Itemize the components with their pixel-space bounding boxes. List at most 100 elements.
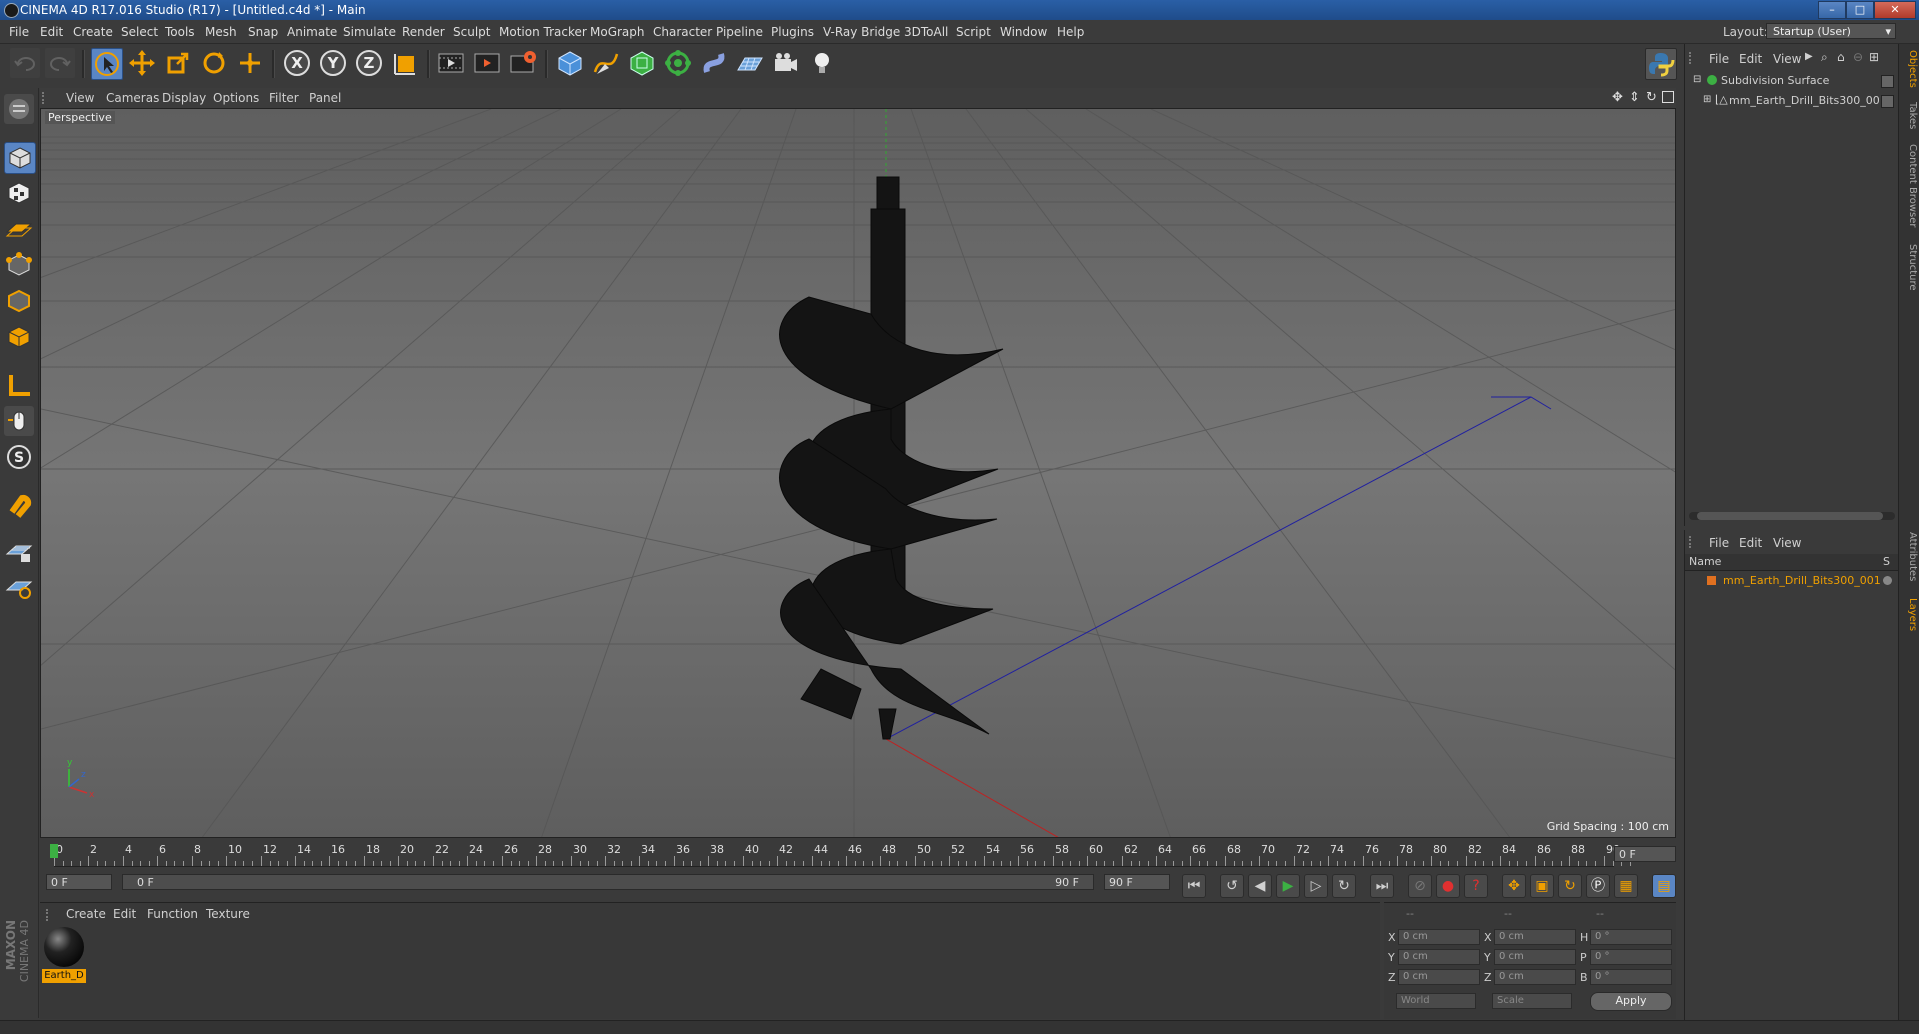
key-pla-icon[interactable]: ▦: [1614, 874, 1638, 898]
size-x-field[interactable]: 0 cm: [1494, 929, 1576, 945]
go-to-start-icon[interactable]: ⏮: [1182, 874, 1206, 898]
layer-menu-edit[interactable]: Edit: [1739, 536, 1762, 550]
menu-tools[interactable]: Tools: [165, 25, 195, 39]
undo-icon[interactable]: [10, 48, 40, 78]
autokey-icon[interactable]: ?: [1464, 874, 1488, 898]
menu-window[interactable]: Window: [1000, 25, 1047, 39]
menu-character[interactable]: Character: [653, 25, 712, 39]
menu-snap[interactable]: Snap: [248, 25, 278, 39]
pos-y-field[interactable]: 0 cm: [1398, 949, 1480, 965]
start-frame-field[interactable]: 0 F: [46, 874, 112, 890]
tab-structure[interactable]: Structure: [1901, 244, 1918, 291]
apply-button[interactable]: Apply: [1590, 992, 1672, 1011]
record-icon[interactable]: ●: [1436, 874, 1460, 898]
chevron-right-icon[interactable]: ▶: [1805, 51, 1813, 62]
column-name[interactable]: Name: [1689, 555, 1721, 568]
coordinate-system-icon[interactable]: [390, 48, 420, 78]
menu-script[interactable]: Script: [956, 25, 991, 39]
rot-p-field[interactable]: 0 °: [1590, 949, 1672, 965]
play-icon[interactable]: ▶: [1276, 874, 1300, 898]
coord-mode-dropdown[interactable]: World: [1396, 993, 1476, 1009]
cloner-icon[interactable]: [663, 48, 693, 78]
tab-attributes[interactable]: Attributes: [1901, 532, 1918, 581]
next-key-icon[interactable]: ↻: [1332, 874, 1356, 898]
render-settings-icon[interactable]: [508, 48, 538, 78]
viewport-dolly-icon[interactable]: ⇕: [1629, 90, 1640, 105]
previous-frame-icon[interactable]: ◀: [1248, 874, 1272, 898]
viewport-maximize-icon[interactable]: [1662, 91, 1674, 103]
tab-takes[interactable]: Takes: [1901, 102, 1918, 129]
visibility-toggle[interactable]: [1881, 95, 1894, 108]
tweak-mode-icon[interactable]: [4, 406, 34, 436]
floor-icon[interactable]: [735, 48, 765, 78]
cube-primitive-icon[interactable]: [555, 48, 585, 78]
texture-mode-icon[interactable]: [4, 178, 34, 208]
viewport-rotate-icon[interactable]: ↻: [1646, 90, 1657, 105]
record-keys-icon[interactable]: ⊘: [1408, 874, 1432, 898]
viewport-menu-options[interactable]: Options: [213, 91, 259, 105]
size-y-field[interactable]: 0 cm: [1494, 949, 1576, 965]
rot-b-field[interactable]: 0 °: [1590, 969, 1672, 985]
menu-motion-tracker[interactable]: Motion Tracker: [499, 25, 587, 39]
live-select-move-icon[interactable]: [235, 48, 265, 78]
magnet-icon[interactable]: [4, 490, 34, 520]
pos-z-field[interactable]: 0 cm: [1398, 969, 1480, 985]
menu-file[interactable]: File: [9, 25, 29, 39]
tab-layers[interactable]: Layers: [1901, 598, 1918, 631]
render-view-icon[interactable]: [436, 48, 466, 78]
material-menu-function[interactable]: Function: [147, 907, 198, 921]
python-icon[interactable]: [1645, 48, 1677, 80]
redo-icon[interactable]: [45, 48, 75, 78]
snap-settings-icon[interactable]: [4, 572, 34, 602]
rot-h-field[interactable]: 0 °: [1590, 929, 1672, 945]
menu-mesh[interactable]: Mesh: [205, 25, 237, 39]
material-menu-create[interactable]: Create: [66, 907, 106, 921]
z-axis-lock-button[interactable]: Z: [354, 48, 384, 78]
menu-select[interactable]: Select: [121, 25, 158, 39]
scale-icon[interactable]: [163, 48, 193, 78]
current-frame-field[interactable]: 0 F: [1614, 846, 1676, 862]
workplane-mode-icon[interactable]: [4, 214, 34, 244]
layer-color-swatch[interactable]: [1707, 576, 1716, 585]
model-mode-icon[interactable]: [4, 142, 36, 174]
viewport-menu-cameras[interactable]: Cameras: [106, 91, 159, 105]
make-editable-icon[interactable]: [4, 94, 34, 124]
minimize-button[interactable]: –: [1818, 1, 1846, 19]
object-name[interactable]: Subdivision Surface: [1721, 74, 1829, 87]
column-s[interactable]: S: [1883, 555, 1890, 568]
key-rotation-icon[interactable]: ↻: [1558, 874, 1582, 898]
menu-create[interactable]: Create: [73, 25, 113, 39]
x-axis-lock-button[interactable]: X: [282, 48, 312, 78]
layer-row[interactable]: mm_Earth_Drill_Bits300_001: [1685, 572, 1899, 590]
move-icon[interactable]: [127, 48, 157, 78]
menu-vray-bridge[interactable]: V-Ray Bridge: [823, 25, 900, 39]
viewport-menu-display[interactable]: Display: [162, 91, 206, 105]
perspective-viewport[interactable]: y x z Perspective Grid Spacing : 100 cm: [40, 108, 1676, 838]
material-menu-texture[interactable]: Texture: [206, 907, 250, 921]
snap-grid-icon[interactable]: [4, 536, 34, 566]
layer-menu-file[interactable]: File: [1709, 536, 1729, 550]
solo-toggle[interactable]: [1883, 576, 1892, 585]
polygons-mode-icon[interactable]: [4, 322, 34, 352]
object-name[interactable]: mm_Earth_Drill_Bits300_001: [1729, 94, 1887, 107]
previous-key-icon[interactable]: ↺: [1220, 874, 1244, 898]
frame-range-slider[interactable]: 0 F 90 F: [122, 874, 1094, 890]
menu-mograph[interactable]: MoGraph: [590, 25, 645, 39]
object-row[interactable]: ⊟ Subdivision Surface: [1685, 72, 1899, 90]
pos-x-field[interactable]: 0 cm: [1398, 929, 1480, 945]
menu-3dtoall[interactable]: 3DToAll: [904, 25, 948, 39]
tab-objects[interactable]: Objects: [1901, 50, 1918, 88]
layer-menu-view[interactable]: View: [1773, 536, 1801, 550]
timeline-ruler[interactable]: 0 2 4 6 8 10 12 14 16 18 20 22 24 26 28 30 32 34 36 38 40 42 4…: [40, 842, 1676, 868]
new-window-icon[interactable]: ⊞: [1869, 50, 1879, 64]
axis-mode-icon[interactable]: [4, 370, 34, 400]
spline-pen-icon[interactable]: [591, 48, 621, 78]
menu-render[interactable]: Render: [402, 25, 445, 39]
end-frame-field[interactable]: 90 F: [1104, 874, 1170, 890]
object-row[interactable]: ⊞ ⌊△ mm_Earth_Drill_Bits300_001: [1685, 92, 1899, 110]
menu-sculpt[interactable]: Sculpt: [453, 25, 490, 39]
visibility-toggle[interactable]: [1881, 75, 1894, 88]
filter-icon[interactable]: ⊖: [1853, 50, 1863, 64]
layout-dropdown[interactable]: Startup (User) ▾: [1766, 23, 1896, 39]
render-to-picture-viewer-icon[interactable]: [472, 48, 502, 78]
